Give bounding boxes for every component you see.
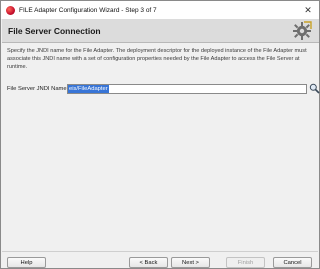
close-window-button[interactable]: ✕	[297, 1, 319, 19]
title-bar: FILE Adapter Configuration Wizard - Step…	[1, 1, 319, 19]
help-button[interactable]: Help	[7, 257, 46, 268]
jndi-name-value: eis/FileAdapter	[68, 85, 109, 93]
wizard-window: FILE Adapter Configuration Wizard - Step…	[0, 0, 320, 269]
jndi-name-label: File Server JNDI Name	[7, 86, 67, 92]
cancel-button[interactable]: Cancel	[273, 257, 312, 268]
window-controls: ✕	[297, 1, 319, 19]
jndi-name-row: File Server JNDI Name eis/FileAdapter	[7, 83, 320, 96]
page-title: File Server Connection	[8, 26, 101, 36]
adapter-gear-icon	[293, 21, 312, 40]
footer-divider	[2, 251, 318, 252]
next-button[interactable]: Next >	[171, 257, 210, 268]
finish-button[interactable]: Finish	[226, 257, 265, 268]
window-title: FILE Adapter Configuration Wizard - Step…	[19, 6, 157, 14]
step-description: Specify the JNDI name for the File Adapt…	[7, 48, 307, 70]
oracle-app-icon	[6, 5, 15, 15]
search-icon[interactable]	[309, 83, 320, 94]
step-header: File Server Connection	[2, 19, 319, 43]
back-button[interactable]: < Back	[129, 257, 168, 268]
